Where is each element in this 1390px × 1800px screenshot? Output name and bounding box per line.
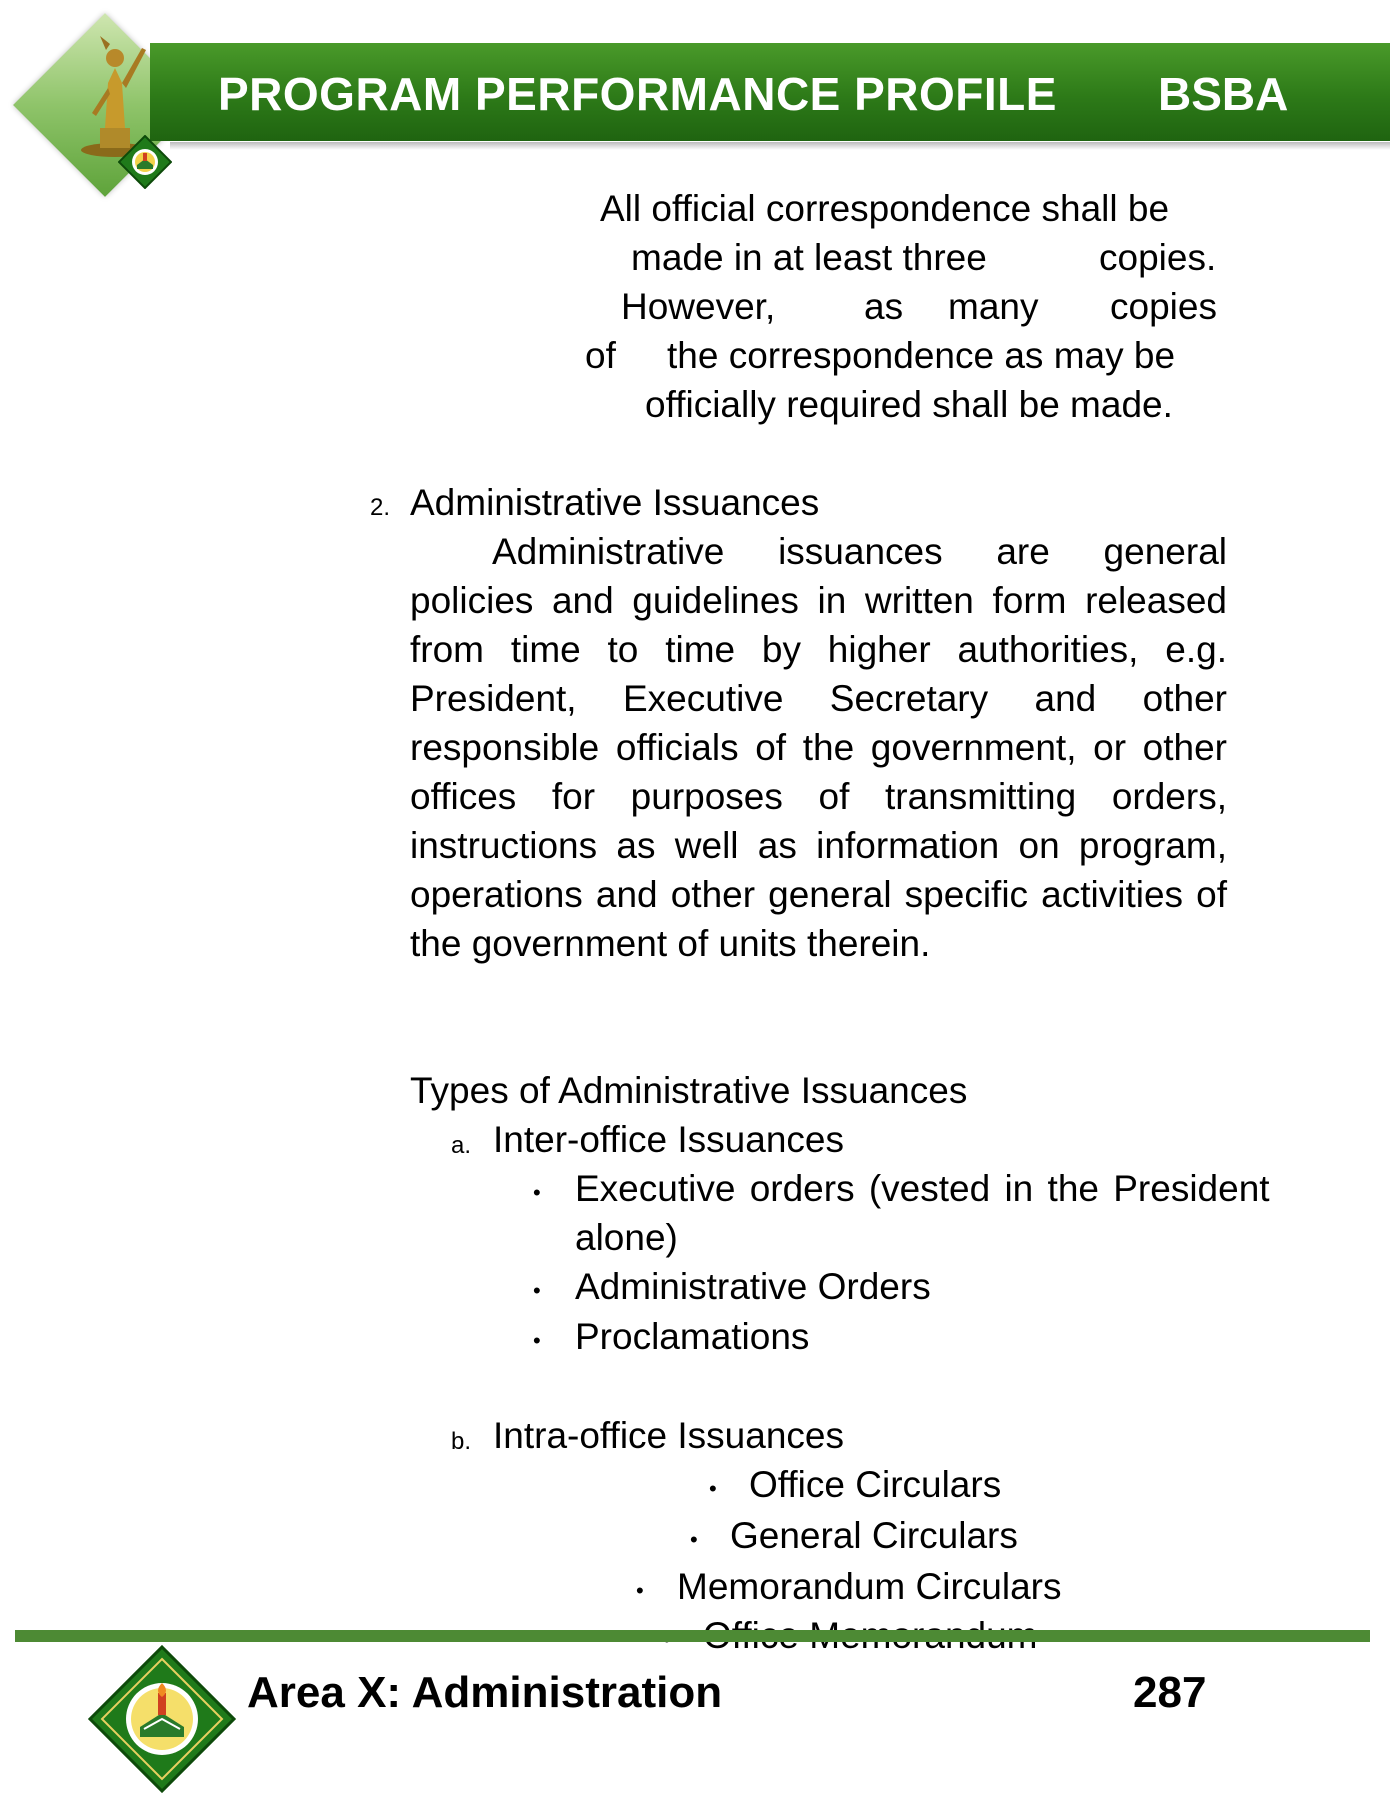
intro-line-5: officially required shall be made. <box>645 384 1173 425</box>
list-item: Proclamations <box>575 1316 810 1357</box>
types-heading: Types of Administrative Issuances <box>410 1070 968 1111</box>
program-code: BSBA <box>1158 68 1289 120</box>
section-paragraph: Administrative issuances are general pol… <box>410 531 1227 964</box>
bullet-icon: • <box>533 1328 541 1353</box>
group-a-marker: a. <box>451 1132 472 1159</box>
group-b-marker: b. <box>451 1428 472 1455</box>
intro-line-3a: However, <box>621 286 776 327</box>
footer-divider <box>15 1630 1370 1642</box>
university-seal-icon <box>118 135 172 189</box>
intro-line-3c: many <box>948 286 1039 327</box>
list-item: Executive orders (vested in the Presiden… <box>575 1168 1270 1209</box>
section-number: 2. <box>370 494 391 521</box>
header-divider <box>170 142 1390 150</box>
list-item: Administrative Orders <box>575 1266 931 1307</box>
intro-line-4b: the correspondence as may be <box>667 335 1176 376</box>
list-item: alone) <box>575 1217 678 1258</box>
intro-line-2a: made in at least three <box>631 237 987 278</box>
intro-line-1: All official correspondence shall be <box>600 188 1170 229</box>
group-b-label: Intra-office Issuances <box>493 1415 844 1456</box>
list-item: Memorandum Circulars <box>677 1566 1062 1607</box>
page-number: 287 <box>1133 1668 1207 1717</box>
list-item: General Circulars <box>730 1515 1018 1556</box>
intro-line-4a: of <box>585 335 616 376</box>
bullet-icon: • <box>533 1278 541 1303</box>
section-heading: Administrative Issuances <box>410 482 820 523</box>
bullet-icon: • <box>709 1476 717 1501</box>
list-item: Office Circulars <box>749 1464 1002 1505</box>
group-a-label: Inter-office Issuances <box>493 1119 844 1160</box>
bullet-icon: • <box>636 1578 644 1603</box>
bullet-icon: • <box>690 1527 698 1552</box>
intro-line-3d: copies <box>1110 286 1217 327</box>
bullet-icon: • <box>533 1180 541 1205</box>
intro-line-2b: copies. <box>1099 237 1217 278</box>
footer-title: Area X: Administration <box>247 1668 723 1717</box>
university-seal-icon <box>88 1645 236 1793</box>
intro-line-3b: as <box>864 286 904 327</box>
page-title: PROGRAM PERFORMANCE PROFILE <box>218 68 1057 120</box>
